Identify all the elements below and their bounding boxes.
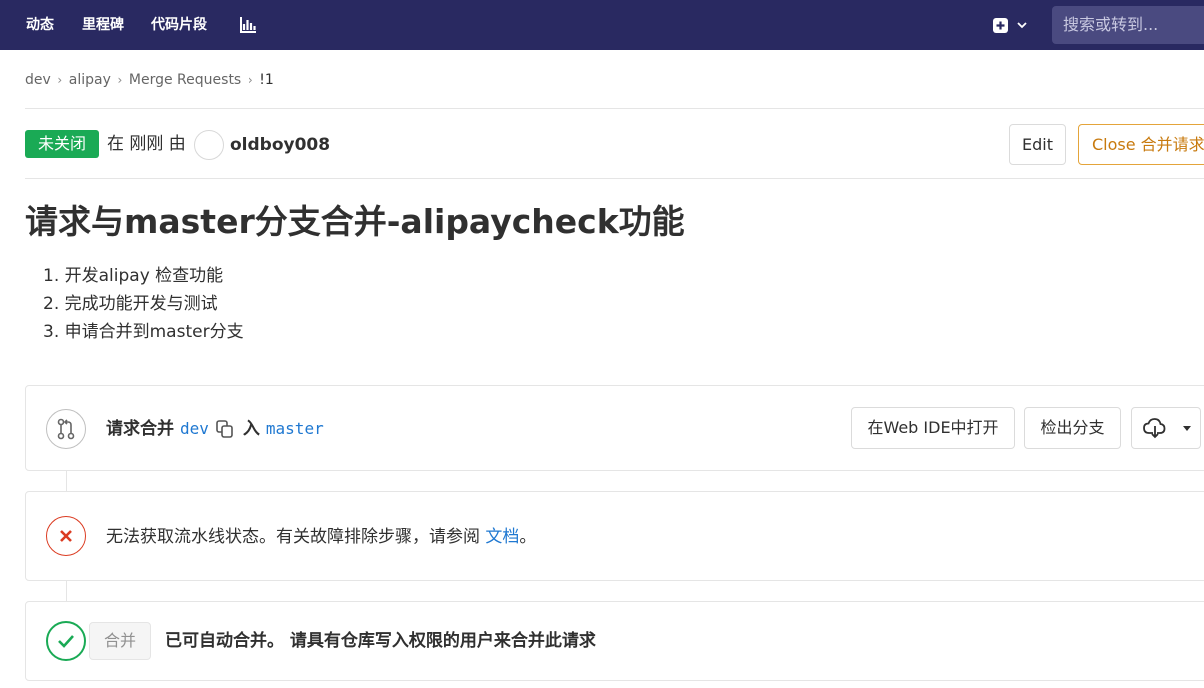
download-dropdown-button[interactable] xyxy=(1131,407,1201,449)
search-input[interactable]: 搜索或转到... xyxy=(1052,6,1204,44)
list-item: 1. 开发alipay 检查功能 xyxy=(43,266,224,286)
list-item: 2. 完成功能开发与测试 xyxy=(43,294,218,314)
merge-widget: 合并 已可自动合并。 请具有仓库写入权限的用户来合并此请求 xyxy=(25,601,1204,681)
breadcrumb-alipay[interactable]: alipay xyxy=(69,72,111,88)
branch-info: 请求合并 dev 入 master xyxy=(106,417,324,441)
chevron-right-icon: › xyxy=(57,73,63,87)
breadcrumb: dev › alipay › Merge Requests › !1 xyxy=(25,71,274,89)
branch-widget: 请求合并 dev 入 master 在Web IDE中打开 检出分支 xyxy=(25,385,1204,471)
check-circle-icon xyxy=(46,621,86,661)
timeline-connector xyxy=(66,581,67,601)
avatar[interactable] xyxy=(194,130,224,160)
status-meta: 在 刚刚 由 xyxy=(107,134,186,154)
merge-prefix: 请求合并 xyxy=(106,419,174,439)
mr-description: 1. 开发alipay 检查功能 2. 完成功能开发与测试 3. 申请合并到ma… xyxy=(43,262,244,346)
nav-activity[interactable]: 动态 xyxy=(26,16,54,34)
breadcrumb-merge-requests[interactable]: Merge Requests xyxy=(129,72,241,88)
timeline-connector xyxy=(66,471,67,491)
source-branch[interactable]: dev xyxy=(180,417,209,441)
close-merge-request-button[interactable]: Close 合并请求 xyxy=(1078,124,1204,165)
merge-status-text: 已可自动合并。 请具有仓库写入权限的用户来合并此请求 xyxy=(165,631,596,651)
nav-snippets[interactable]: 代码片段 xyxy=(151,16,207,34)
breadcrumb-mr-id[interactable]: !1 xyxy=(259,72,274,88)
pipeline-status-text: 无法获取流水线状态。有关故障排除步骤，请参阅 文档。 xyxy=(106,525,536,549)
edit-button[interactable]: Edit xyxy=(1009,124,1066,165)
merge-request-icon xyxy=(46,409,86,449)
open-web-ide-button[interactable]: 在Web IDE中打开 xyxy=(851,407,1015,449)
chart-icon[interactable] xyxy=(238,15,258,35)
pipeline-message-end: 。 xyxy=(519,527,537,547)
chevron-right-icon: › xyxy=(117,73,123,87)
into-label: 入 xyxy=(242,419,260,439)
list-item: 3. 申请合并到master分支 xyxy=(43,322,244,342)
status-badge: 未关闭 xyxy=(25,130,99,158)
divider xyxy=(25,108,1204,109)
author-name[interactable]: oldboy008 xyxy=(230,134,330,156)
divider xyxy=(25,178,1204,179)
docs-link[interactable]: 文档 xyxy=(485,527,519,547)
pipeline-widget: 无法获取流水线状态。有关故障排除步骤，请参阅 文档。 xyxy=(25,491,1204,581)
breadcrumb-dev[interactable]: dev xyxy=(25,72,51,88)
page-title: 请求与master分支合并-alipaycheck功能 xyxy=(25,202,685,241)
error-icon xyxy=(46,516,86,556)
pipeline-message: 无法获取流水线状态。有关故障排除步骤，请参阅 xyxy=(106,527,480,547)
checkout-branch-button[interactable]: 检出分支 xyxy=(1024,407,1121,449)
target-branch[interactable]: master xyxy=(266,417,324,441)
chevron-right-icon: › xyxy=(247,73,253,87)
nav-milestones[interactable]: 里程碑 xyxy=(82,16,124,34)
cloud-download-icon xyxy=(1143,418,1191,439)
plus-square-icon[interactable] xyxy=(991,16,1031,36)
top-navbar: 动态 里程碑 代码片段 搜索或转到... xyxy=(0,0,1204,50)
copy-icon[interactable] xyxy=(215,419,235,439)
merge-button[interactable]: 合并 xyxy=(89,622,151,660)
